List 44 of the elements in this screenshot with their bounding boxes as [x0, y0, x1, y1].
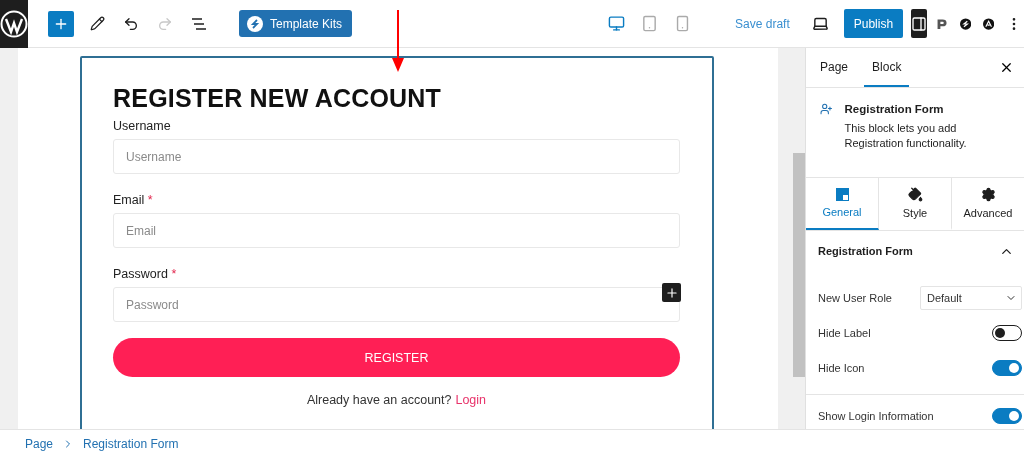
toggle-switch[interactable] [992, 407, 1022, 424]
login-link[interactable]: Login [455, 393, 487, 407]
sidebar-tab[interactable]: Block [864, 48, 910, 87]
field-label: Username [113, 119, 172, 133]
input-field[interactable]: Email [113, 213, 680, 248]
setting-label: Hide Icon [818, 361, 865, 374]
panel-header[interactable]: Registration Form [806, 231, 1024, 271]
setting-label: Show Login Information [818, 409, 934, 422]
add-block-button[interactable] [48, 10, 74, 37]
sidebar-tab[interactable]: Page [812, 48, 857, 87]
required-mark: * [147, 193, 153, 207]
login-prompt: Already have an account? [306, 393, 452, 407]
form-title: REGISTER NEW ACCOUNT [113, 84, 443, 113]
input-field[interactable]: Password [113, 287, 680, 322]
kits-logo-icon [247, 15, 263, 32]
block-title: Registration Form [844, 103, 945, 115]
toggle-switch[interactable] [992, 359, 1022, 376]
breadcrumb-link[interactable]: Page [25, 436, 54, 451]
input-field[interactable]: Username [113, 139, 680, 174]
save-draft-button[interactable]: Save draft [735, 16, 790, 31]
field-label: Password * [113, 267, 178, 281]
settings-tab[interactable]: Style [879, 178, 952, 230]
paint-bucket-icon [907, 187, 923, 202]
settings-icon [980, 187, 996, 202]
add-block-button[interactable] [662, 283, 681, 302]
setting-label: Hide Label [818, 326, 871, 339]
settings-tab[interactable]: General [806, 178, 879, 230]
publish-button[interactable]: Publish [843, 9, 904, 38]
wordpress-logo[interactable] [0, 0, 28, 48]
field-label: Email * [113, 193, 154, 207]
setting-label: New User Role [818, 291, 892, 304]
layout-icon [835, 188, 849, 201]
toggle-switch[interactable] [992, 324, 1022, 341]
plus-icon [664, 285, 679, 300]
settings-panel-icon[interactable] [911, 9, 928, 38]
breadcrumb-link[interactable]: Registration Form [83, 436, 179, 451]
template-kits-button[interactable]: Template Kits [239, 10, 353, 37]
block-description: This block lets you add Registration functionality. [844, 121, 968, 151]
required-mark: * [171, 267, 177, 281]
settings-tab[interactable]: Advanced [952, 178, 1024, 230]
scrollbar-thumb[interactable] [793, 153, 805, 377]
register-button[interactable]: REGISTER [113, 338, 680, 377]
down-arrow-icon [392, 10, 404, 72]
role-select[interactable]: Default [920, 285, 1022, 310]
